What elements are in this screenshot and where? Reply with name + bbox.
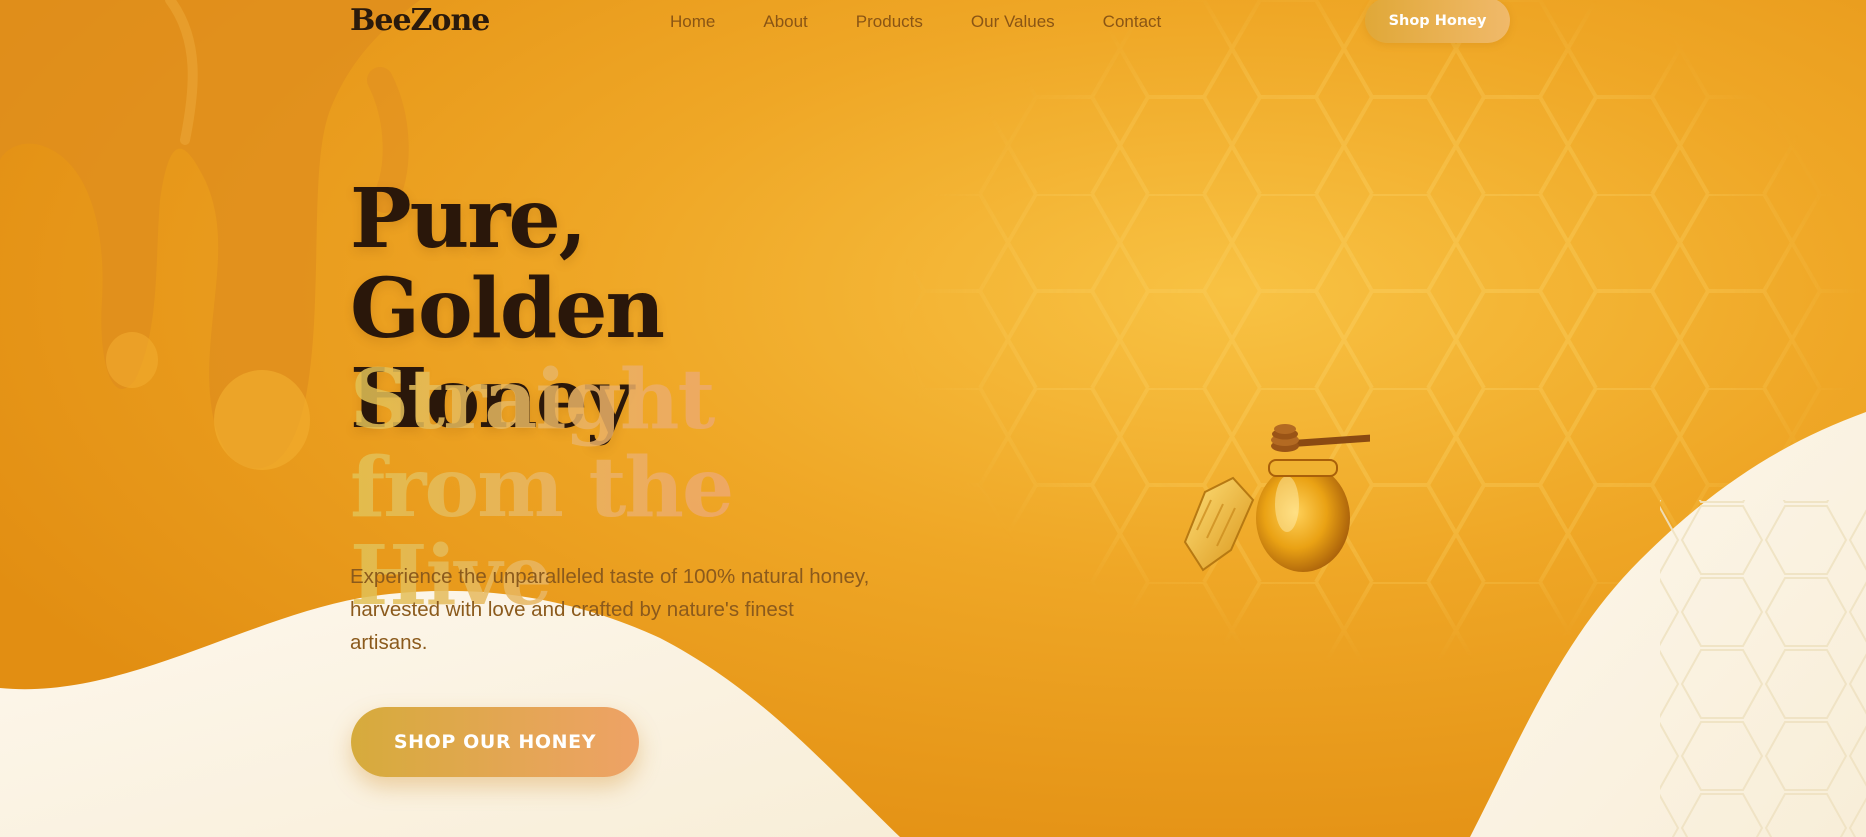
site-header: BeeZone Home About Products Our Values C… bbox=[0, 0, 1866, 46]
nav-link-home[interactable]: Home bbox=[670, 12, 715, 32]
shop-honey-button[interactable]: Shop Honey bbox=[1365, 0, 1510, 43]
shop-our-honey-button[interactable]: SHOP OUR HONEY bbox=[351, 707, 639, 777]
nav-link-contact[interactable]: Contact bbox=[1103, 12, 1162, 32]
main-nav: Home About Products Our Values Contact bbox=[670, 12, 1209, 32]
hero-description: Experience the unparalleled taste of 100… bbox=[350, 565, 870, 654]
honey-jar-icon bbox=[1183, 424, 1370, 572]
nav-link-our-values[interactable]: Our Values bbox=[971, 12, 1055, 32]
honey-dipper bbox=[1271, 424, 1299, 452]
honeycomb-chunk bbox=[1183, 476, 1255, 572]
nav-link-products[interactable]: Products bbox=[856, 12, 923, 32]
hero-background bbox=[0, 0, 1866, 837]
brand-logo[interactable]: BeeZone bbox=[350, 3, 490, 38]
nav-link-about[interactable]: About bbox=[763, 12, 807, 32]
